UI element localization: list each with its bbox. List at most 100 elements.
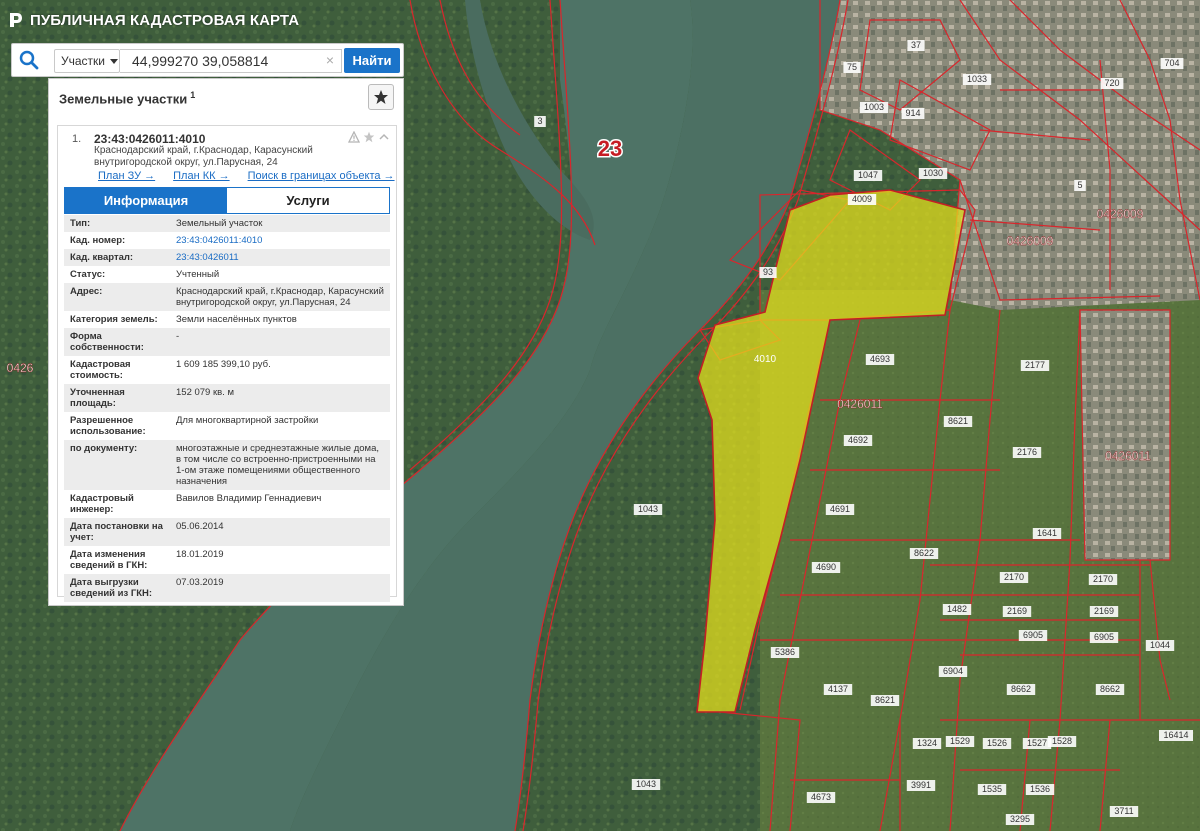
info-row-value-link[interactable]: 23:43:0426011 (172, 249, 390, 266)
parcel-label[interactable]: 16414 (1159, 730, 1193, 741)
favorite-button[interactable] (368, 84, 394, 110)
parcel-label[interactable]: 1526 (982, 738, 1012, 749)
parcel-label[interactable]: 2177 (1020, 360, 1050, 371)
info-row-value: Вавилов Владимир Геннадиевич (176, 493, 322, 504)
parcel-label[interactable]: 3 (534, 116, 546, 127)
parcel-label[interactable]: 1030 (918, 168, 948, 179)
parcel-label[interactable]: 2170 (1088, 574, 1118, 585)
star-icon (374, 90, 388, 104)
parcel-label-text: 1526 (987, 738, 1007, 748)
info-row: Статус: Учтенный (64, 266, 390, 283)
parcel-label[interactable]: 1482 (942, 604, 972, 615)
search-type-select[interactable]: Участки (54, 49, 120, 73)
parcel-label[interactable]: 1527 (1022, 738, 1052, 749)
warning-icon[interactable] (348, 131, 360, 143)
info-row-value-link[interactable]: 23:43:0426011:4010 (172, 232, 390, 249)
info-row-label: Категория земель: (70, 314, 158, 325)
info-row: Категория земель: Земли населённых пункто… (64, 311, 390, 328)
parcel-label[interactable]: 1536 (1025, 784, 1055, 795)
parcel-label[interactable]: 93 (759, 267, 777, 278)
parcel-label[interactable]: 8622 (909, 548, 939, 559)
parcel-label[interactable]: 704 (1160, 58, 1184, 69)
parcel-label[interactable]: 1641 (1032, 528, 1062, 539)
parcel-card: 1. 23:43:0426011:4010 Краснодарский край… (57, 125, 397, 602)
parcel-label-text: 2176 (1017, 447, 1037, 457)
info-row-value: 07.03.2019 (176, 577, 224, 588)
parcel-label[interactable]: 1033 (962, 74, 992, 85)
info-row-value: Для многоквартирной застройки (176, 415, 319, 426)
search-icon[interactable] (19, 50, 39, 70)
info-row-label: Дата выгрузки сведений из ГКН: (70, 577, 153, 599)
quarter-label: 0426 (7, 361, 34, 375)
parcel-label[interactable]: 37 (907, 40, 925, 51)
parcel-label-text: 1043 (638, 504, 658, 514)
region-label: 23 (598, 136, 622, 161)
parcel-label[interactable]: 1535 (977, 784, 1007, 795)
tab-information[interactable]: Информация (65, 188, 227, 213)
parcel-label[interactable]: 2170 (999, 572, 1029, 583)
parcel-label[interactable]: 914 (901, 108, 925, 119)
info-row: Разрешенное использование: Для многокварт… (64, 412, 390, 440)
parcel-label[interactable]: 4690 (811, 562, 841, 573)
search-input[interactable] (120, 49, 342, 73)
parcel-label[interactable]: 8662 (1095, 684, 1125, 695)
plan-zu-link[interactable]: План ЗУ → (98, 170, 155, 182)
parcel-label-text: 8621 (948, 416, 968, 426)
parcel-label[interactable]: 5 (1074, 180, 1086, 191)
panel-title: Земельные участки 1 (59, 90, 195, 106)
parcel-label[interactable]: 8621 (943, 416, 973, 427)
parcel-label[interactable]: 3711 (1109, 806, 1139, 817)
app-title-text: ПУБЛИЧНАЯ КАДАСТРОВАЯ КАРТА (30, 11, 300, 29)
parcel-label-text: 1044 (1150, 640, 1170, 650)
parcel-label[interactable]: 1528 (1047, 736, 1077, 747)
info-row: Кадастровый инженер: Вавилов Владимир Ген… (64, 490, 390, 518)
find-button[interactable]: Найти (344, 48, 400, 73)
chevron-up-icon[interactable] (378, 131, 390, 143)
plan-kk-link[interactable]: План КК → (173, 170, 229, 182)
parcel-label[interactable]: 8621 (870, 695, 900, 706)
parcel-label[interactable]: 1324 (912, 738, 942, 749)
parcel-label[interactable]: 6905 (1089, 632, 1119, 643)
parcel-label[interactable]: 4693 (865, 354, 895, 365)
card-tabs: Информация Услуги (64, 187, 390, 214)
parcel-label[interactable]: 4009 (847, 194, 877, 205)
parcel-label-text: 1324 (917, 738, 937, 748)
parcel-label[interactable]: 4673 (806, 792, 836, 803)
parcel-label[interactable]: 75 (843, 62, 861, 73)
parcel-label-text: 8662 (1011, 684, 1031, 694)
card-icons (348, 131, 390, 143)
parcel-label[interactable]: 4691 (825, 504, 855, 515)
parcel-label[interactable]: 1003 (859, 102, 889, 113)
parcel-label[interactable]: 1043 (633, 504, 663, 515)
parcel-label-text: 4692 (848, 435, 868, 445)
parcel-label[interactable]: 2176 (1012, 447, 1042, 458)
star-outline-icon[interactable] (363, 131, 375, 143)
parcel-label-text: 1527 (1027, 738, 1047, 748)
tab-services[interactable]: Услуги (227, 188, 389, 213)
parcel-label[interactable]: 1043 (631, 779, 661, 790)
parcel-label-text: 6904 (943, 666, 963, 676)
parcel-label[interactable]: 4137 (823, 684, 853, 695)
search-in-bounds-link[interactable]: Поиск в границах объекта → (248, 170, 395, 182)
parcel-label[interactable]: 1529 (945, 736, 975, 747)
parcel-label[interactable]: 8662 (1006, 684, 1036, 695)
parcel-label-text: 1641 (1037, 528, 1057, 538)
info-row-label: Дата постановки на учет: (70, 521, 163, 543)
parcel-label-text: 93 (763, 267, 773, 277)
parcel-label[interactable]: 1047 (853, 170, 883, 181)
parcel-label-text: 1482 (947, 604, 967, 614)
parcel-label[interactable]: 720 (1100, 78, 1124, 89)
parcel-label[interactable]: 3991 (906, 780, 936, 791)
parcel-label[interactable]: 1044 (1145, 640, 1175, 651)
parcel-label-text: 4009 (852, 194, 872, 204)
parcel-label[interactable]: 5386 (770, 647, 800, 658)
parcel-label[interactable]: 2169 (1002, 606, 1032, 617)
clear-icon[interactable]: × (322, 52, 338, 68)
parcel-label[interactable]: 6904 (938, 666, 968, 677)
card-address: Краснодарский край, г.Краснодар, Карасун… (94, 145, 313, 168)
parcel-label[interactable]: 2169 (1089, 606, 1119, 617)
parcel-label[interactable]: 4692 (843, 435, 873, 446)
parcel-label[interactable]: 6905 (1018, 630, 1048, 641)
info-row: Кад. номер: 23:43:0426011:4010 (64, 232, 390, 249)
parcel-label[interactable]: 3295 (1005, 814, 1035, 825)
